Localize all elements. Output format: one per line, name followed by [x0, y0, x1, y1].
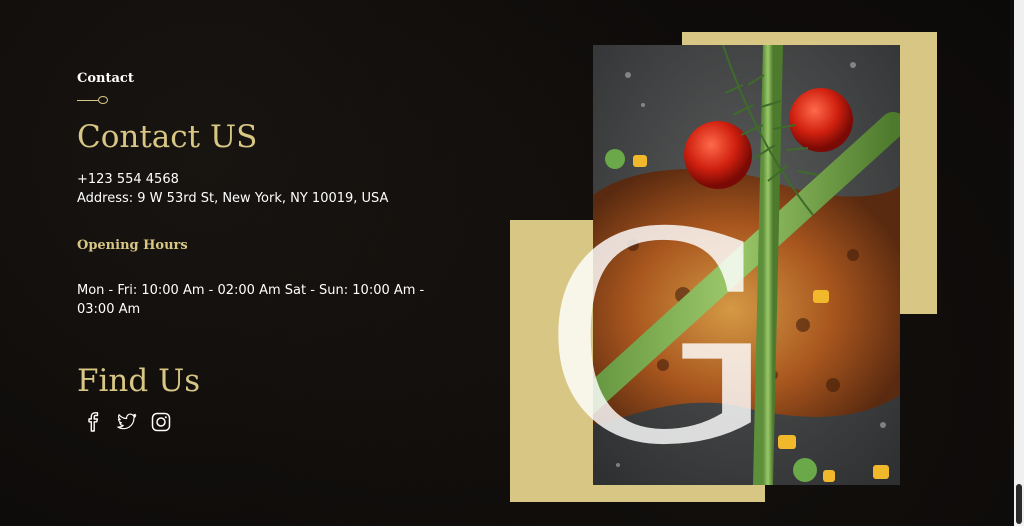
- social-links: [83, 412, 447, 432]
- phone-number[interactable]: +123 554 4568: [77, 170, 447, 189]
- ornament-divider: [77, 96, 109, 106]
- section-eyebrow: Contact: [77, 71, 134, 86]
- opening-hours-title: Opening Hours: [77, 238, 188, 253]
- contact-info: Contact Contact US +123 554 4568 Address…: [77, 70, 447, 432]
- contact-title: Contact US: [77, 119, 258, 155]
- instagram-icon[interactable]: [151, 412, 171, 432]
- grilled-chicken-image: [593, 45, 900, 485]
- twitter-icon[interactable]: [117, 412, 137, 432]
- facebook-icon[interactable]: [83, 412, 103, 432]
- page-scrollbar[interactable]: [1014, 0, 1024, 526]
- opening-hours-text: Mon - Fri: 10:00 Am - 02:00 Am Sat - Sun…: [77, 283, 425, 317]
- contact-section: Contact Contact US +123 554 4568 Address…: [0, 0, 1024, 526]
- featured-image-composition: G: [510, 32, 940, 502]
- address-text: Address: 9 W 53rd St, New York, NY 10019…: [77, 191, 389, 206]
- scrollbar-thumb[interactable]: [1016, 484, 1022, 524]
- find-us-title: Find Us: [77, 363, 201, 399]
